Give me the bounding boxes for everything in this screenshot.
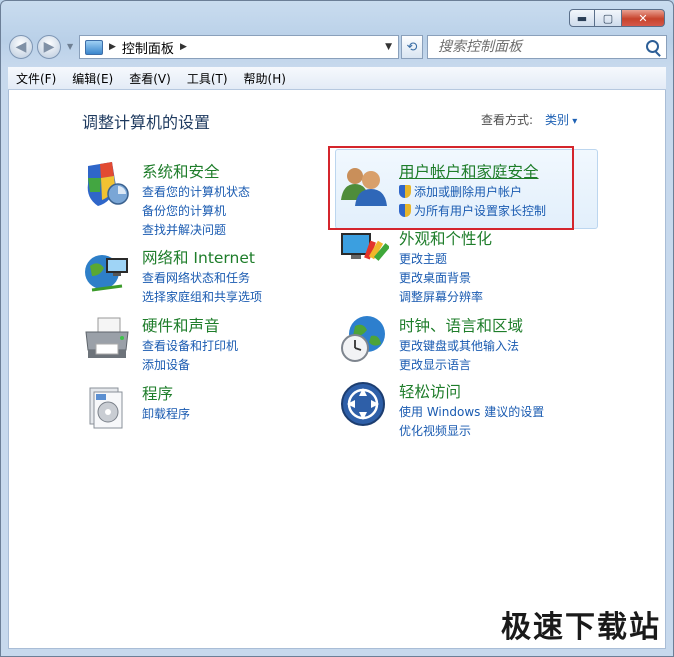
search-icon[interactable] <box>646 40 659 53</box>
address-dropdown-icon[interactable]: ▼ <box>385 42 392 52</box>
task-link[interactable]: 查看您的计算机状态 <box>142 183 250 202</box>
close-button[interactable]: ✕ <box>621 9 665 27</box>
category-title[interactable]: 网络和 Internet <box>142 246 255 268</box>
task-link[interactable]: 更改桌面背景 <box>399 269 483 288</box>
category-title[interactable]: 轻松访问 <box>399 380 461 402</box>
view-by-label: 查看方式: <box>481 113 534 127</box>
category-title[interactable]: 系统和安全 <box>142 160 220 182</box>
navigation-bar: ◀ ▶ ▼ ▶ 控制面板 ▶ ▼ ⟲ <box>9 33 667 61</box>
refresh-icon: ⟲ <box>406 39 418 55</box>
category-links: 查看设备和打印机 添加设备 <box>142 337 238 375</box>
control-panel-window: ▬ ▢ ✕ ◀ ▶ ▼ ▶ 控制面板 ▶ ▼ ⟲ 文件(F) 编辑(E) 查看(… <box>0 0 674 657</box>
menu-tools[interactable]: 工具(T) <box>179 70 236 87</box>
minimize-button[interactable]: ▬ <box>569 9 595 27</box>
monitor-palette-icon <box>341 233 389 261</box>
forward-arrow-icon: ▶ <box>43 39 55 55</box>
menu-file[interactable]: 文件(F) <box>8 70 64 87</box>
refresh-button[interactable]: ⟲ <box>401 35 423 59</box>
back-button[interactable]: ◀ <box>9 35 33 59</box>
breadcrumb-chevron-icon[interactable]: ▶ <box>109 42 116 52</box>
printer-icon <box>85 317 129 358</box>
task-link[interactable]: 添加设备 <box>142 356 238 375</box>
task-link[interactable]: 调整屏幕分辨率 <box>399 288 483 307</box>
category-links: 查看您的计算机状态 备份您的计算机 查找并解决问题 <box>142 183 250 240</box>
menu-help[interactable]: 帮助(H) <box>236 70 294 87</box>
content-area: 调整计算机的设置 查看方式: 类别 系统和安全 查看您的计算机状态 备份您的计算… <box>8 90 666 649</box>
category-links: 使用 Windows 建议的设置 优化视频显示 <box>399 403 544 441</box>
task-link[interactable]: 选择家庭组和共享选项 <box>142 288 262 307</box>
menu-view[interactable]: 查看(V) <box>121 70 179 87</box>
task-link[interactable]: 更改键盘或其他输入法 <box>399 337 519 356</box>
category-title[interactable]: 程序 <box>142 382 173 404</box>
category-title[interactable]: 硬件和声音 <box>142 314 220 336</box>
annotation-red-box <box>328 146 574 230</box>
address-bar[interactable]: ▶ 控制面板 ▶ ▼ <box>79 35 399 59</box>
menu-bar: 文件(F) 编辑(E) 查看(V) 工具(T) 帮助(H) <box>8 67 666 90</box>
category-links: 更改主题 更改桌面背景 调整屏幕分辨率 <box>399 250 483 307</box>
ease-of-access-icon <box>341 382 385 426</box>
watermark-text: 极速下载站 <box>501 610 661 645</box>
security-shield-icon <box>87 162 129 206</box>
breadcrumb-control-panel[interactable]: 控制面板 <box>122 38 174 57</box>
task-link[interactable]: 优化视频显示 <box>399 422 544 441</box>
forward-button[interactable]: ▶ <box>37 35 61 59</box>
control-panel-icon <box>85 39 103 55</box>
view-by-dropdown[interactable]: 类别 <box>545 111 577 128</box>
clock-globe-icon <box>341 316 385 362</box>
back-arrow-icon: ◀ <box>15 39 27 55</box>
category-links: 更改键盘或其他输入法 更改显示语言 <box>399 337 519 375</box>
network-globe-icon <box>85 255 128 292</box>
task-link[interactable]: 备份您的计算机 <box>142 202 250 221</box>
task-link[interactable]: 更改显示语言 <box>399 356 519 375</box>
history-dropdown-icon[interactable]: ▼ <box>67 42 73 51</box>
menu-edit[interactable]: 编辑(E) <box>64 70 121 87</box>
search-input[interactable] <box>436 38 640 56</box>
task-link[interactable]: 卸载程序 <box>142 405 190 424</box>
programs-icon <box>89 387 123 429</box>
maximize-button[interactable]: ▢ <box>595 9 621 27</box>
task-link[interactable]: 查看网络状态和任务 <box>142 269 262 288</box>
page-title: 调整计算机的设置 <box>82 113 211 132</box>
category-links: 卸载程序 <box>142 405 190 424</box>
category-title[interactable]: 时钟、语言和区域 <box>399 314 523 336</box>
task-link[interactable]: 查看设备和打印机 <box>142 337 238 356</box>
category-links: 查看网络状态和任务 选择家庭组和共享选项 <box>142 269 262 307</box>
window-controls: ▬ ▢ ✕ <box>569 9 665 27</box>
task-link[interactable]: 更改主题 <box>399 250 483 269</box>
breadcrumb-chevron-icon[interactable]: ▶ <box>180 42 187 52</box>
task-link[interactable]: 使用 Windows 建议的设置 <box>399 403 544 422</box>
search-box <box>427 35 667 59</box>
category-title[interactable]: 外观和个性化 <box>399 227 492 249</box>
task-link[interactable]: 查找并解决问题 <box>142 221 250 240</box>
